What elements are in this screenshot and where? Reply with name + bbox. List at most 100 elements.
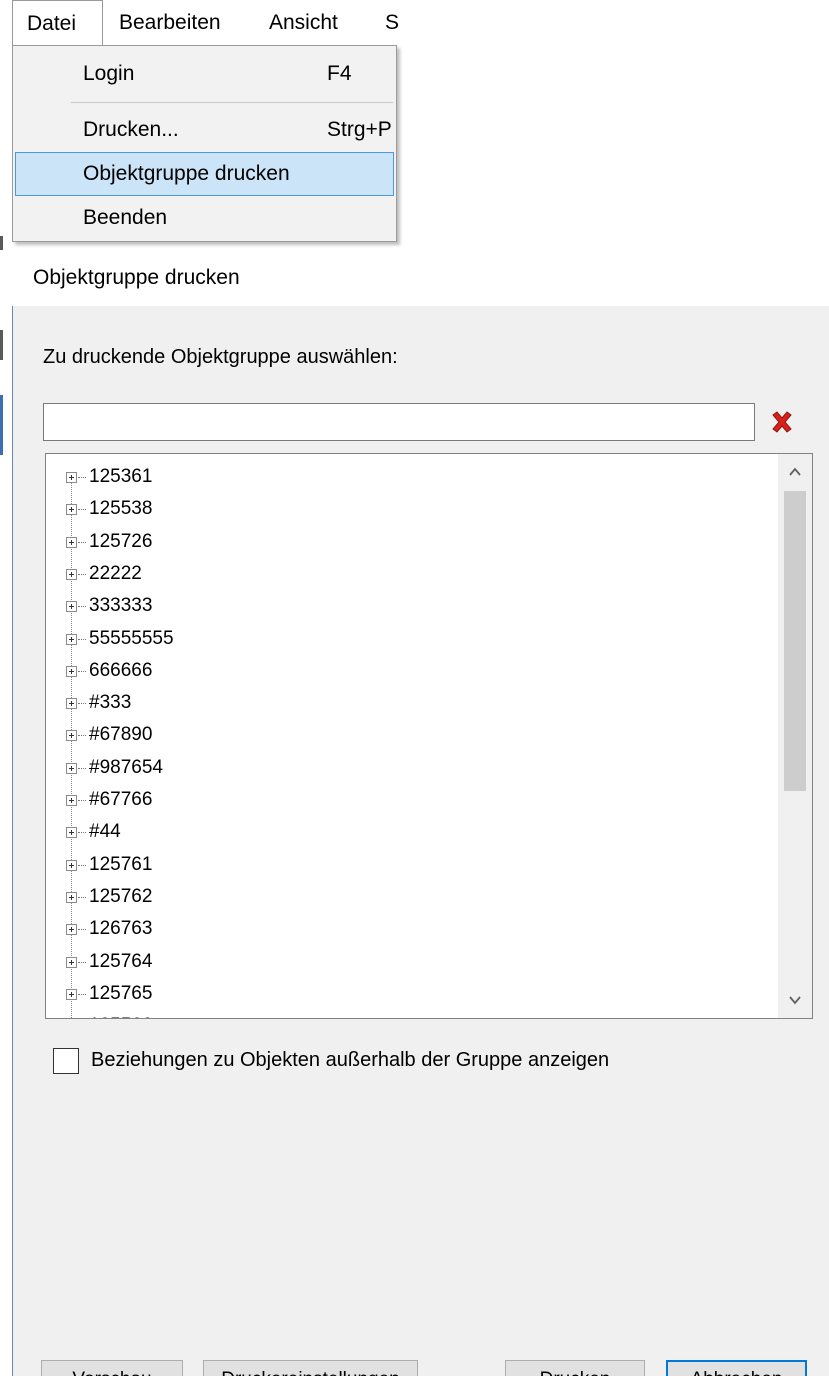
tree-item-label: 55555555	[89, 627, 174, 649]
expand-plus-icon[interactable]	[66, 795, 77, 806]
vertical-scrollbar[interactable]	[778, 454, 812, 1018]
tree-item-label: #67766	[89, 789, 153, 810]
tree-item[interactable]: 333333	[46, 591, 766, 623]
tree-item-label: 125764	[89, 950, 153, 972]
tree-item[interactable]: 666666	[46, 656, 766, 688]
tree-connector	[78, 573, 86, 575]
tree-item[interactable]: 125726	[46, 527, 766, 559]
tree-connector	[78, 703, 86, 705]
menu-item-drucken[interactable]: Drucken... Strg+P	[15, 108, 394, 152]
tree-item-label: #44	[89, 821, 121, 843]
menu-item-label: Beenden	[83, 206, 168, 229]
expand-plus-icon[interactable]	[66, 665, 77, 677]
expand-plus-icon[interactable]	[66, 762, 77, 774]
menu-item-shortcut: F4	[327, 62, 352, 85]
menu-bearbeiten[interactable]: Bearbeiten	[119, 0, 221, 46]
scrollbar-thumb[interactable]	[784, 491, 806, 791]
object-group-tree[interactable]: 125361 125538 125726 22222 333333 55555555 666…	[45, 453, 813, 1019]
expand-plus-icon[interactable]	[66, 698, 77, 710]
tree-connector	[78, 864, 86, 866]
tree-connector	[78, 832, 86, 834]
menu-truncated[interactable]: S	[385, 0, 399, 46]
expand-plus-icon[interactable]	[66, 601, 77, 613]
tree-item[interactable]: 125765	[46, 979, 766, 1011]
edge-mark	[0, 236, 3, 250]
tree-item[interactable]: 126763	[46, 914, 766, 946]
expand-plus-icon[interactable]	[66, 504, 77, 516]
menu-item-beenden[interactable]: Beenden	[15, 196, 394, 240]
menu-bar: Datei Bearbeiten Ansicht S	[12, 0, 399, 46]
scroll-down-arrow-icon[interactable]	[787, 992, 803, 1008]
expand-plus-icon[interactable]	[66, 956, 77, 968]
tree-connector	[78, 477, 86, 478]
tree-connector	[78, 929, 86, 931]
expand-plus-icon[interactable]	[66, 730, 77, 742]
menu-item-label: Drucken...	[83, 118, 179, 141]
group-filter-input[interactable]	[43, 403, 755, 441]
tree-item[interactable]: #333	[46, 688, 766, 720]
dialog-title: Objektgruppe drucken	[33, 266, 240, 289]
tree-item[interactable]: #44	[46, 817, 766, 849]
menu-item-label: Login	[83, 62, 135, 85]
show-relations-label: Beziehungen zu Objekten außerhalb der Gr…	[91, 1049, 610, 1071]
tree-connector	[78, 800, 86, 801]
tree-item[interactable]: 125762	[46, 882, 766, 914]
tree-item-label: 126763	[89, 918, 153, 940]
expand-plus-icon[interactable]	[66, 827, 77, 839]
menu-item-objektgruppe-drucken[interactable]: Objektgruppe drucken	[15, 152, 394, 196]
expand-plus-icon[interactable]	[66, 859, 77, 871]
tree-item-label: 125762	[89, 885, 153, 907]
tree-item[interactable]: 22222	[46, 559, 766, 591]
expand-plus-icon[interactable]	[66, 633, 77, 645]
tree-item[interactable]: #987654	[46, 753, 766, 785]
tree-item-label: 22222	[89, 562, 142, 584]
tree-item-label: 125726	[89, 530, 153, 552]
tree-item[interactable]: 125764	[46, 947, 766, 979]
tree-connector	[78, 670, 86, 672]
cancel-button[interactable]: Abbrechen	[666, 1360, 807, 1376]
tree-item-label: 333333	[89, 595, 153, 617]
tree-item-label: 125761	[89, 853, 153, 875]
menu-datei[interactable]: Datei	[12, 0, 103, 46]
print-button[interactable]: Drucken	[505, 1360, 645, 1376]
show-relations-checkbox[interactable]	[53, 1048, 79, 1074]
menu-ansicht[interactable]: Ansicht	[269, 0, 338, 46]
expand-plus-icon[interactable]	[66, 988, 77, 1000]
red-x-icon	[772, 411, 792, 433]
tree-item-label: #333	[89, 692, 132, 714]
tree-connector	[78, 961, 86, 963]
expand-plus-icon[interactable]	[66, 536, 77, 548]
tree-item-label: 125566	[89, 1015, 152, 1018]
tree-item[interactable]: 125361	[46, 462, 766, 494]
tree-item[interactable]: #67890	[46, 720, 766, 752]
menu-item-login[interactable]: Login F4	[15, 52, 394, 96]
menu-item-shortcut: Strg+P	[327, 118, 392, 141]
tree-connector	[78, 993, 86, 995]
tree-connector	[78, 606, 86, 608]
tree-item-label: 666666	[89, 659, 153, 681]
printer-settings-button[interactable]: Druckereinstellungen	[203, 1360, 418, 1376]
scroll-up-arrow-icon[interactable]	[787, 464, 803, 480]
tree-connector	[78, 767, 86, 769]
tree-connector	[78, 541, 86, 543]
clear-filter-button[interactable]	[769, 409, 795, 435]
expand-plus-icon[interactable]	[66, 472, 77, 483]
tree-connector	[78, 896, 86, 898]
tree-item[interactable]: 55555555	[46, 624, 766, 656]
menu-item-label: Objektgruppe drucken	[83, 162, 290, 185]
edge-mark	[0, 330, 3, 360]
expand-plus-icon[interactable]	[66, 568, 77, 580]
print-group-dialog: Zu druckende Objektgruppe auswählen: 125…	[12, 306, 829, 1376]
tree-item[interactable]: 125566	[46, 1011, 766, 1018]
expand-plus-icon[interactable]	[66, 891, 77, 903]
tree-connector	[78, 509, 86, 511]
tree-item[interactable]: 125761	[46, 850, 766, 882]
tree-item[interactable]: 125538	[46, 494, 766, 526]
tree-item-label: 125538	[89, 498, 153, 520]
tree-item-label: 125361	[89, 466, 153, 487]
preview-button[interactable]: Vorschau	[41, 1360, 183, 1376]
tree-item[interactable]: #67766	[46, 785, 766, 817]
tree-item-label: 125765	[89, 982, 153, 1004]
expand-plus-icon[interactable]	[66, 924, 77, 936]
tree-item-label: #67890	[89, 724, 153, 746]
